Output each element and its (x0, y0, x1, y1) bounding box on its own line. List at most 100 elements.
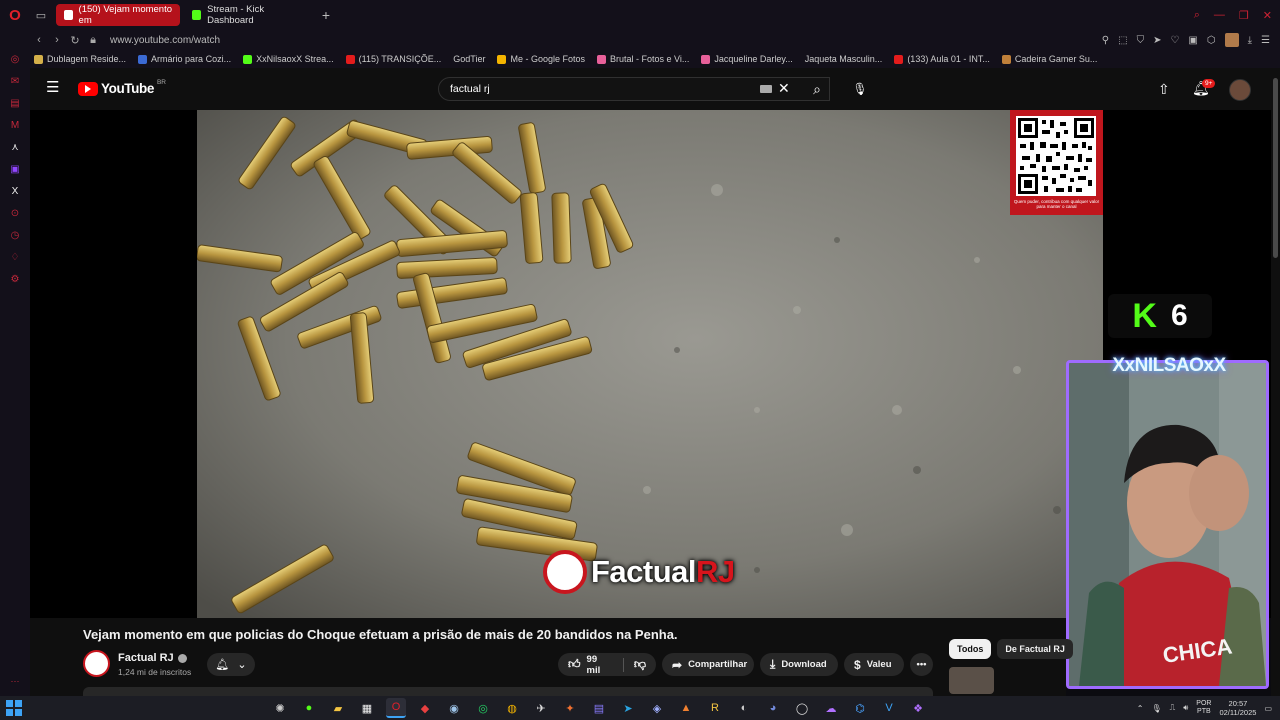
file-explorer-icon[interactable]: ▰ (328, 698, 348, 718)
easy-setup-icon[interactable]: ☰ (1261, 35, 1270, 46)
app-icon[interactable]: ◯ (792, 698, 812, 718)
minimize-button[interactable]: — (1214, 9, 1225, 21)
history-icon[interactable]: ◷ (8, 230, 22, 242)
tab-youtube[interactable]: (150) Vejam momento em (56, 4, 180, 26)
bookmark-item[interactable]: XxNilsaoxX Strea... (243, 54, 334, 64)
chip-all[interactable]: Todos (949, 639, 992, 659)
download-icon[interactable]: ⤓ (1248, 35, 1252, 46)
bookmark-item[interactable]: Dublagem Reside... (34, 54, 126, 64)
reload-button[interactable]: ↻ (66, 34, 84, 47)
app-icon[interactable]: ❖ (908, 698, 928, 718)
send-icon[interactable]: ➤ (1153, 35, 1161, 46)
kick-sidebar-icon[interactable]: ⋏ (8, 142, 22, 154)
thanks-button[interactable]: $ Valeu (844, 653, 904, 676)
url-field[interactable]: www.youtube.com/watch (110, 35, 220, 46)
bookmark-item[interactable]: (133) Aula 01 - INT... (894, 54, 990, 64)
chevron-up-icon[interactable]: ⌃ (1137, 704, 1144, 713)
tab-kick-dashboard[interactable]: Stream - Kick Dashboard (184, 4, 312, 26)
player-icon[interactable]: ⊙ (8, 208, 22, 220)
app-icon[interactable]: ◆ (415, 698, 435, 718)
discord-icon[interactable]: ◕ (763, 698, 783, 718)
hamburger-menu-icon[interactable]: ☰ (46, 80, 62, 96)
clear-search-icon[interactable]: ✕ (778, 80, 790, 97)
back-button[interactable]: ‹ (30, 34, 48, 46)
scrollbar-thumb[interactable] (1273, 78, 1278, 258)
store-icon[interactable]: ▦ (357, 698, 377, 718)
subscription-bell-button[interactable]: 🔔︎ ⌄ (207, 653, 255, 676)
bookmark-item[interactable]: GodTier (453, 54, 485, 64)
like-count[interactable]: 99 mil (587, 654, 613, 676)
bookmark-item[interactable]: Jaqueta Masculin... (805, 54, 883, 64)
microphone-icon[interactable]: 🎙︎ (848, 77, 872, 101)
bookmark-item[interactable]: Jacqueline Darley... (701, 54, 793, 64)
close-button[interactable]: ✕ (1263, 9, 1272, 22)
app-icon[interactable]: ◐ (734, 698, 754, 718)
network-icon[interactable]: ⎍ (1170, 703, 1176, 713)
page-scrollbar[interactable] (1271, 68, 1280, 696)
bookmark-item[interactable]: Cadeira Gamer Su... (1001, 54, 1097, 64)
forward-button[interactable]: › (48, 34, 66, 46)
app-icon[interactable]: ◈ (647, 698, 667, 718)
opera-menu-icon[interactable]: O (0, 0, 30, 30)
messenger-icon[interactable]: ▤ (8, 98, 22, 110)
video-frame[interactable] (197, 110, 1103, 618)
app-icon[interactable]: ✦ (560, 698, 580, 718)
new-tab-button[interactable]: + (316, 7, 336, 23)
shield-icon[interactable]: ⛉ (1137, 35, 1145, 46)
taskbar-clock[interactable]: 20:57 02/11/2025 (1219, 699, 1256, 717)
extensions-icon[interactable]: ⬡ (1207, 35, 1216, 46)
channel-name[interactable]: Factual RJ (118, 652, 187, 664)
bookmark-item[interactable]: (115) TRANSIÇÕE... (345, 54, 441, 64)
upload-icon[interactable]: ⇧ (1158, 81, 1170, 98)
notifications-icon[interactable]: ▭ (1264, 704, 1272, 713)
maximize-button[interactable]: ❐ (1239, 9, 1249, 22)
channel-avatar[interactable] (83, 650, 110, 677)
music-icon[interactable]: M (8, 120, 22, 132)
more-icon[interactable]: ··· (11, 676, 20, 686)
user-avatar[interactable] (1229, 79, 1251, 101)
download-button[interactable]: ⤓ Download (760, 653, 838, 676)
opera-icon[interactable]: O (386, 698, 406, 718)
microphone-icon[interactable]: 🎙︎ (1151, 704, 1161, 713)
app-icon[interactable]: ⌬ (850, 698, 870, 718)
bookmark-item[interactable]: Brutal - Fotos e Vi... (597, 54, 689, 64)
volume-icon[interactable]: 🔊︎ (1183, 703, 1188, 713)
app-icon[interactable]: ▤ (589, 698, 609, 718)
pinboard-icon[interactable]: ♢ (8, 252, 22, 264)
windows-start-icon[interactable] (6, 700, 22, 716)
keyboard-icon[interactable] (760, 85, 772, 93)
app-icon[interactable]: ☁ (821, 698, 841, 718)
aria-icon[interactable]: ◎ (8, 54, 22, 66)
app-icon[interactable]: R (705, 698, 725, 718)
bookmark-item[interactable]: Me - Google Fotos (497, 54, 585, 64)
recommended-video-thumbnail[interactable] (949, 667, 994, 694)
app-icon[interactable]: ● (299, 698, 319, 718)
x-icon[interactable]: X (8, 186, 22, 198)
youtube-logo[interactable]: YouTube BR (78, 79, 166, 96)
search-button[interactable]: ⌕ (802, 77, 832, 101)
chrome-icon[interactable]: ◍ (502, 698, 522, 718)
bookmark-item[interactable]: Armário para Cozi... (138, 54, 231, 64)
share-button[interactable]: ➦ Compartilhar (662, 653, 754, 676)
heart-icon[interactable]: ♡ (1170, 35, 1179, 46)
telegram-icon[interactable]: ➤ (618, 698, 638, 718)
settings-icon[interactable]: ⚙ (8, 274, 22, 286)
chat-icon[interactable]: ✉ (8, 76, 22, 88)
wallet-icon[interactable]: ▣ (1188, 35, 1197, 46)
snapshot-icon[interactable]: ⬚ (1118, 35, 1127, 46)
profile-avatar[interactable] (1224, 33, 1239, 47)
pin-icon[interactable]: ⚲ (1102, 35, 1109, 46)
app-icon[interactable]: ▲ (676, 698, 696, 718)
app-icon[interactable]: V (879, 698, 899, 718)
app-icon[interactable]: ✺ (270, 698, 290, 718)
language-indicator[interactable]: POR PTB (1196, 700, 1211, 716)
search-icon[interactable]: ⌕ (1194, 9, 1200, 22)
more-actions-button[interactable]: ••• (910, 653, 933, 676)
twitch-icon[interactable]: ▣ (8, 164, 22, 176)
dislike-button[interactable]: 👎︎ (634, 657, 646, 672)
steam-icon[interactable]: ◉ (444, 698, 464, 718)
chip-from-channel[interactable]: De Factual RJ (997, 639, 1073, 659)
like-button[interactable]: 👍︎ (568, 657, 581, 672)
tab-manager-icon[interactable]: ▭ (30, 9, 52, 22)
app-icon[interactable]: ✈ (531, 698, 551, 718)
